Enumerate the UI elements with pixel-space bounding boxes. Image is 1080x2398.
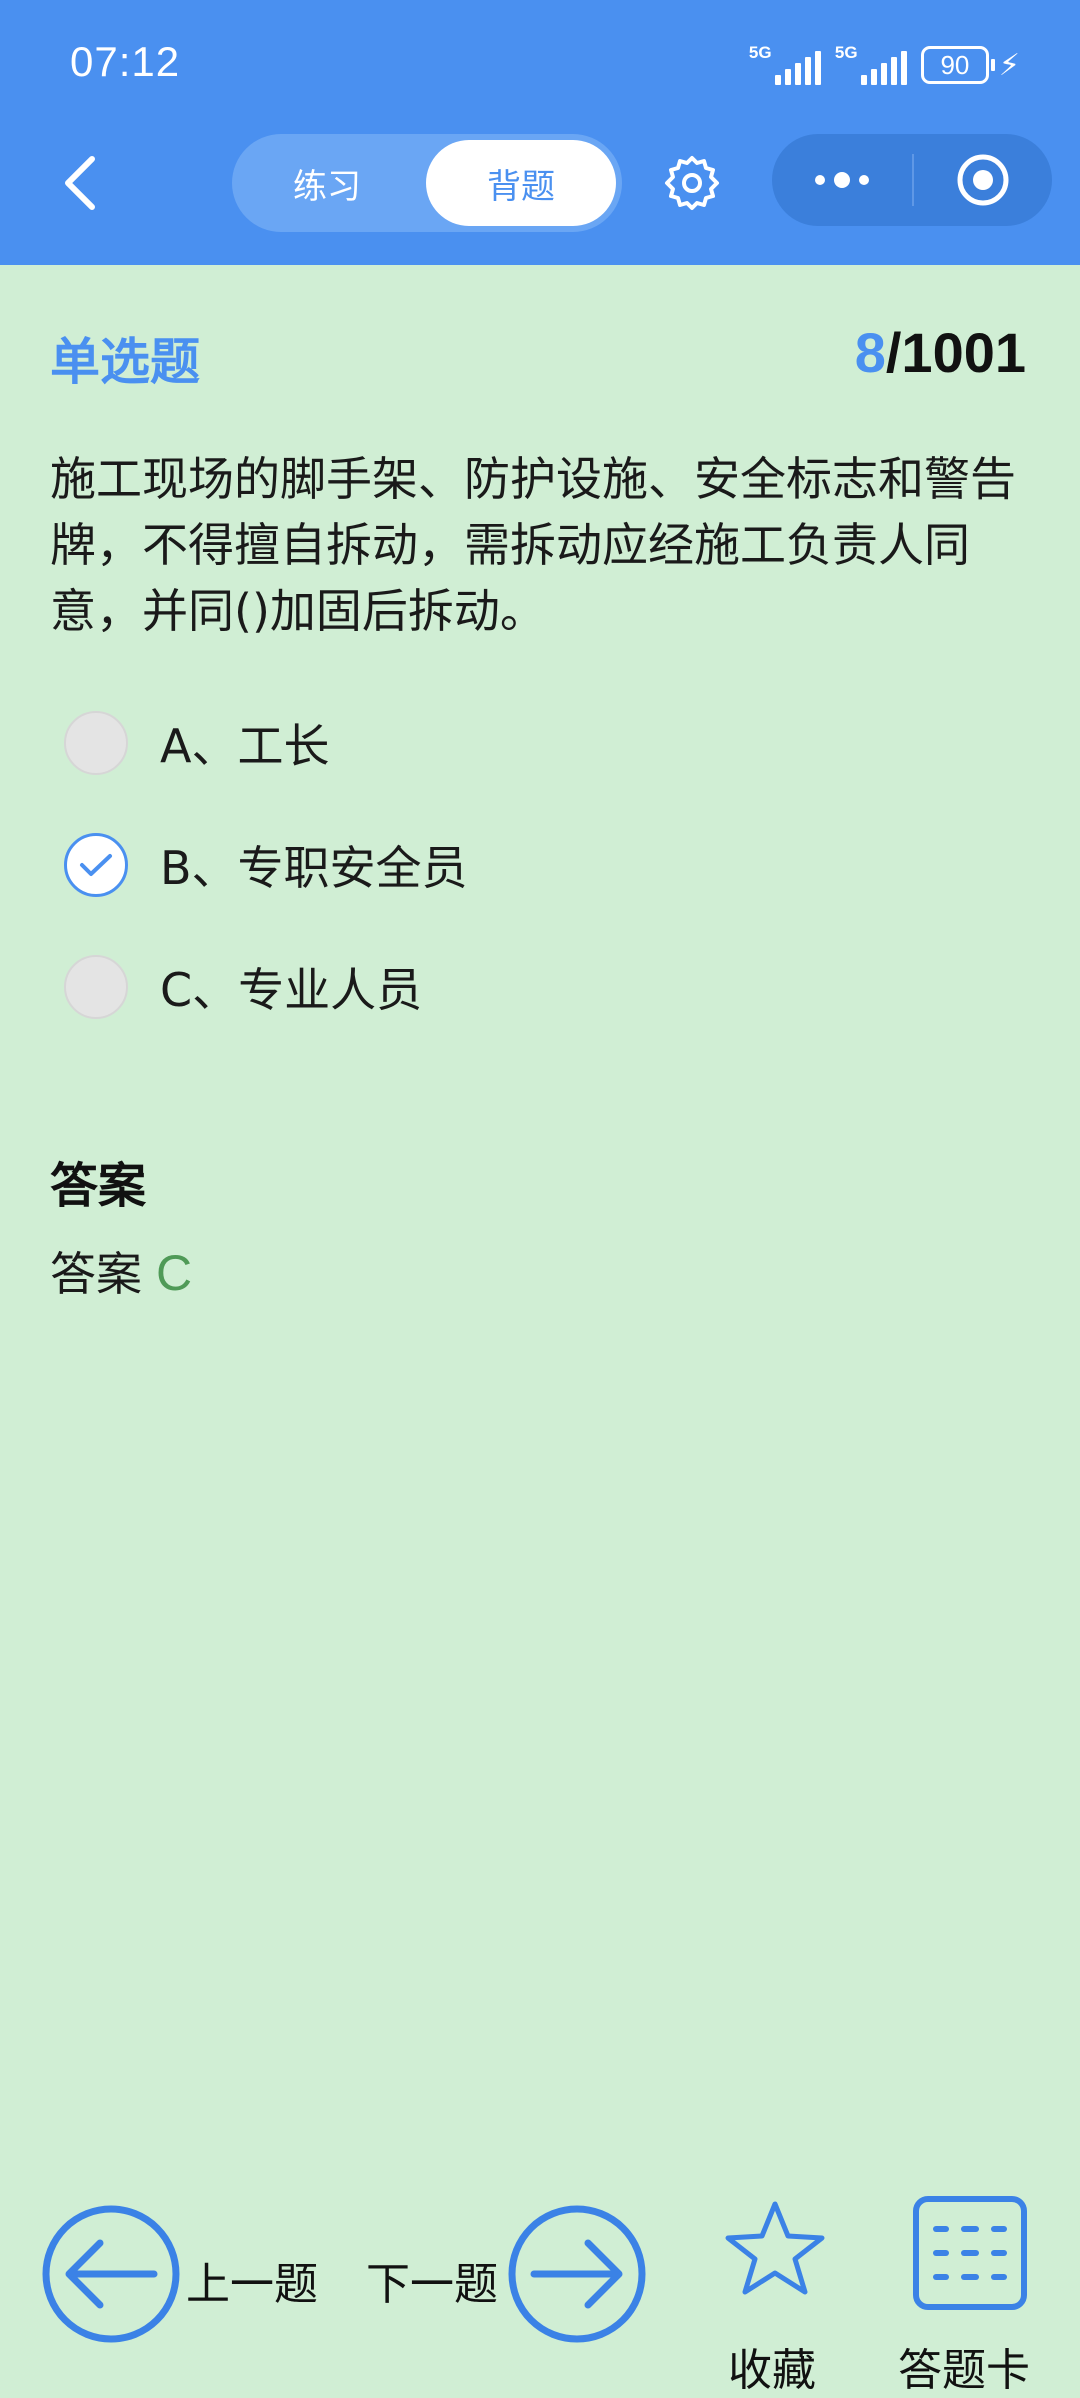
tab-practice[interactable]: 练习 xyxy=(232,140,422,226)
favorite-button[interactable]: 收藏 xyxy=(718,2198,833,2396)
question-type: 单选题 xyxy=(50,333,200,391)
top-header: 07:12 5G 5G 90 ⚡︎ 练习 背题 xyxy=(0,0,1080,265)
charging-icon: ⚡︎ xyxy=(998,47,1020,83)
answer-line: 答案 C xyxy=(50,1238,192,1304)
radio-checked-icon xyxy=(64,833,128,897)
option-a[interactable]: A、工长 xyxy=(64,708,329,778)
battery-level: 90 xyxy=(940,49,970,80)
signal-icon: 5G xyxy=(834,43,907,85)
network-type-label: 5G xyxy=(834,43,858,62)
network-type-label: 5G xyxy=(748,43,772,62)
favorite-label: 收藏 xyxy=(728,2345,816,2396)
mode-switch: 练习 背题 xyxy=(232,134,622,232)
next-question-label[interactable]: 下一题 xyxy=(366,2248,498,2312)
checkmark-icon xyxy=(80,854,112,876)
answer-card-label: 答题卡 xyxy=(898,2345,1030,2396)
back-button[interactable] xyxy=(50,148,110,218)
more-button[interactable] xyxy=(772,134,912,226)
answer-heading: 答案 xyxy=(50,1158,147,1214)
answer-prefix: 答案 xyxy=(50,1247,142,1301)
more-dots-icon xyxy=(815,172,869,188)
chevron-left-icon xyxy=(65,156,95,210)
option-b[interactable]: B、专职安全员 xyxy=(64,830,468,900)
answer-sheet-icon xyxy=(913,2196,1027,2310)
question-counter: 8/1001 xyxy=(855,320,1026,385)
miniprogram-capsule xyxy=(772,134,1052,226)
option-label: C、专业人员 xyxy=(160,963,423,1017)
question-text: 施工现场的脚手架、防护设施、安全标志和警告牌，不得擅自拆动，需拆动应经施工负责人… xyxy=(50,452,1016,638)
tab-memorize[interactable]: 背题 xyxy=(426,140,616,226)
arrow-right-circle-icon xyxy=(508,2205,646,2343)
status-time: 07:12 xyxy=(70,38,181,85)
gear-icon xyxy=(665,156,719,210)
battery-icon: 90 ⚡︎ xyxy=(920,46,1020,84)
option-label: A、工长 xyxy=(160,719,330,773)
answer-value: C xyxy=(156,1245,193,1301)
option-c[interactable]: C、专业人员 xyxy=(64,952,422,1022)
prev-question-label[interactable]: 上一题 xyxy=(186,2248,318,2312)
status-icons: 5G 5G 90 ⚡︎ xyxy=(749,40,1020,90)
radio-unchecked-icon xyxy=(64,711,128,775)
answer-card-button[interactable]: 答题卡 xyxy=(896,2195,1046,2396)
radio-unchecked-icon xyxy=(64,955,128,1019)
prev-question-button[interactable] xyxy=(40,2203,182,2345)
signal-icon: 5G xyxy=(748,43,821,85)
close-miniprogram-button[interactable] xyxy=(914,134,1052,226)
star-icon xyxy=(725,2201,825,2295)
next-question-button[interactable] xyxy=(506,2203,648,2345)
current-question-number: 8 xyxy=(854,321,886,384)
arrow-left-circle-icon xyxy=(42,2205,180,2343)
target-icon xyxy=(957,154,1009,206)
settings-button[interactable] xyxy=(662,148,722,218)
option-label: B、专职安全员 xyxy=(160,841,468,895)
total-question-count: /1001 xyxy=(885,321,1026,384)
